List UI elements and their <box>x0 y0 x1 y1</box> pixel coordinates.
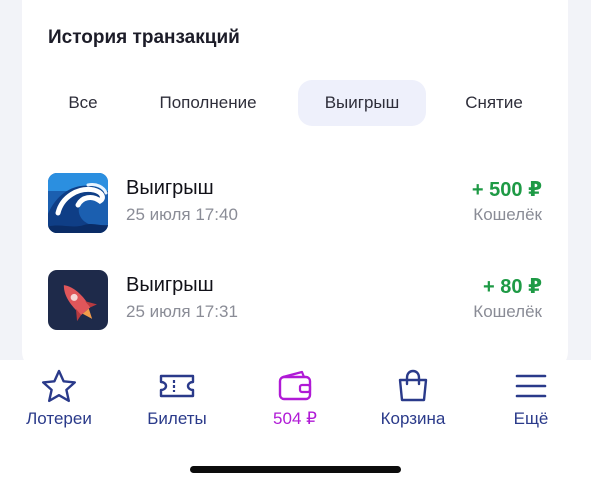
transaction-source: Кошелёк <box>473 302 542 321</box>
home-indicator[interactable] <box>190 466 401 473</box>
tab-topup[interactable]: Пополнение <box>140 80 276 126</box>
transaction-time: 25 июля 17:31 <box>126 302 238 321</box>
nav-wallet[interactable]: 504 ₽ <box>236 368 354 438</box>
ticket-icon <box>159 374 195 398</box>
tab-winnings[interactable]: Выигрыш <box>298 80 426 126</box>
nav-label: Лотереи <box>26 409 92 428</box>
transaction-time: 25 июля 17:40 <box>126 205 238 224</box>
nav-more[interactable]: Ещё <box>472 368 590 438</box>
filter-tabs: Все Пополнение Выигрыш Снятие <box>22 80 568 126</box>
nav-cart[interactable]: Корзина <box>354 368 472 438</box>
menu-icon <box>515 374 547 398</box>
star-icon <box>42 369 76 403</box>
wallet-balance: 504 ₽ <box>273 409 317 428</box>
rocket-lottery-icon <box>48 270 108 330</box>
nav-lotteries[interactable]: Лотереи <box>0 368 118 438</box>
wallet-icon <box>278 370 312 401</box>
transaction-title: Выигрыш <box>126 274 214 296</box>
tab-withdrawal[interactable]: Снятие <box>446 80 542 126</box>
tab-all[interactable]: Все <box>44 80 122 126</box>
section-title: История транзакций <box>48 27 240 48</box>
transaction-title: Выигрыш <box>126 177 214 199</box>
transaction-row[interactable]: Выигрыш 25 июля 17:31 + 80 ₽ Кошелёк <box>22 270 568 336</box>
transaction-source: Кошелёк <box>473 205 542 224</box>
wave-lottery-icon <box>48 173 108 233</box>
transaction-history-card: История транзакций Все Пополнение Выигры… <box>22 0 568 370</box>
nav-label: Ещё <box>513 409 549 428</box>
transaction-row[interactable]: Выигрыш 25 июля 17:40 + 500 ₽ Кошелёк <box>22 173 568 239</box>
shopping-bag-icon <box>398 369 428 402</box>
nav-tickets[interactable]: Билеты <box>118 368 236 438</box>
transaction-amount: + 80 ₽ <box>483 276 542 298</box>
nav-label: Билеты <box>147 409 207 428</box>
nav-label: Корзина <box>380 409 446 428</box>
transaction-amount: + 500 ₽ <box>471 179 542 201</box>
